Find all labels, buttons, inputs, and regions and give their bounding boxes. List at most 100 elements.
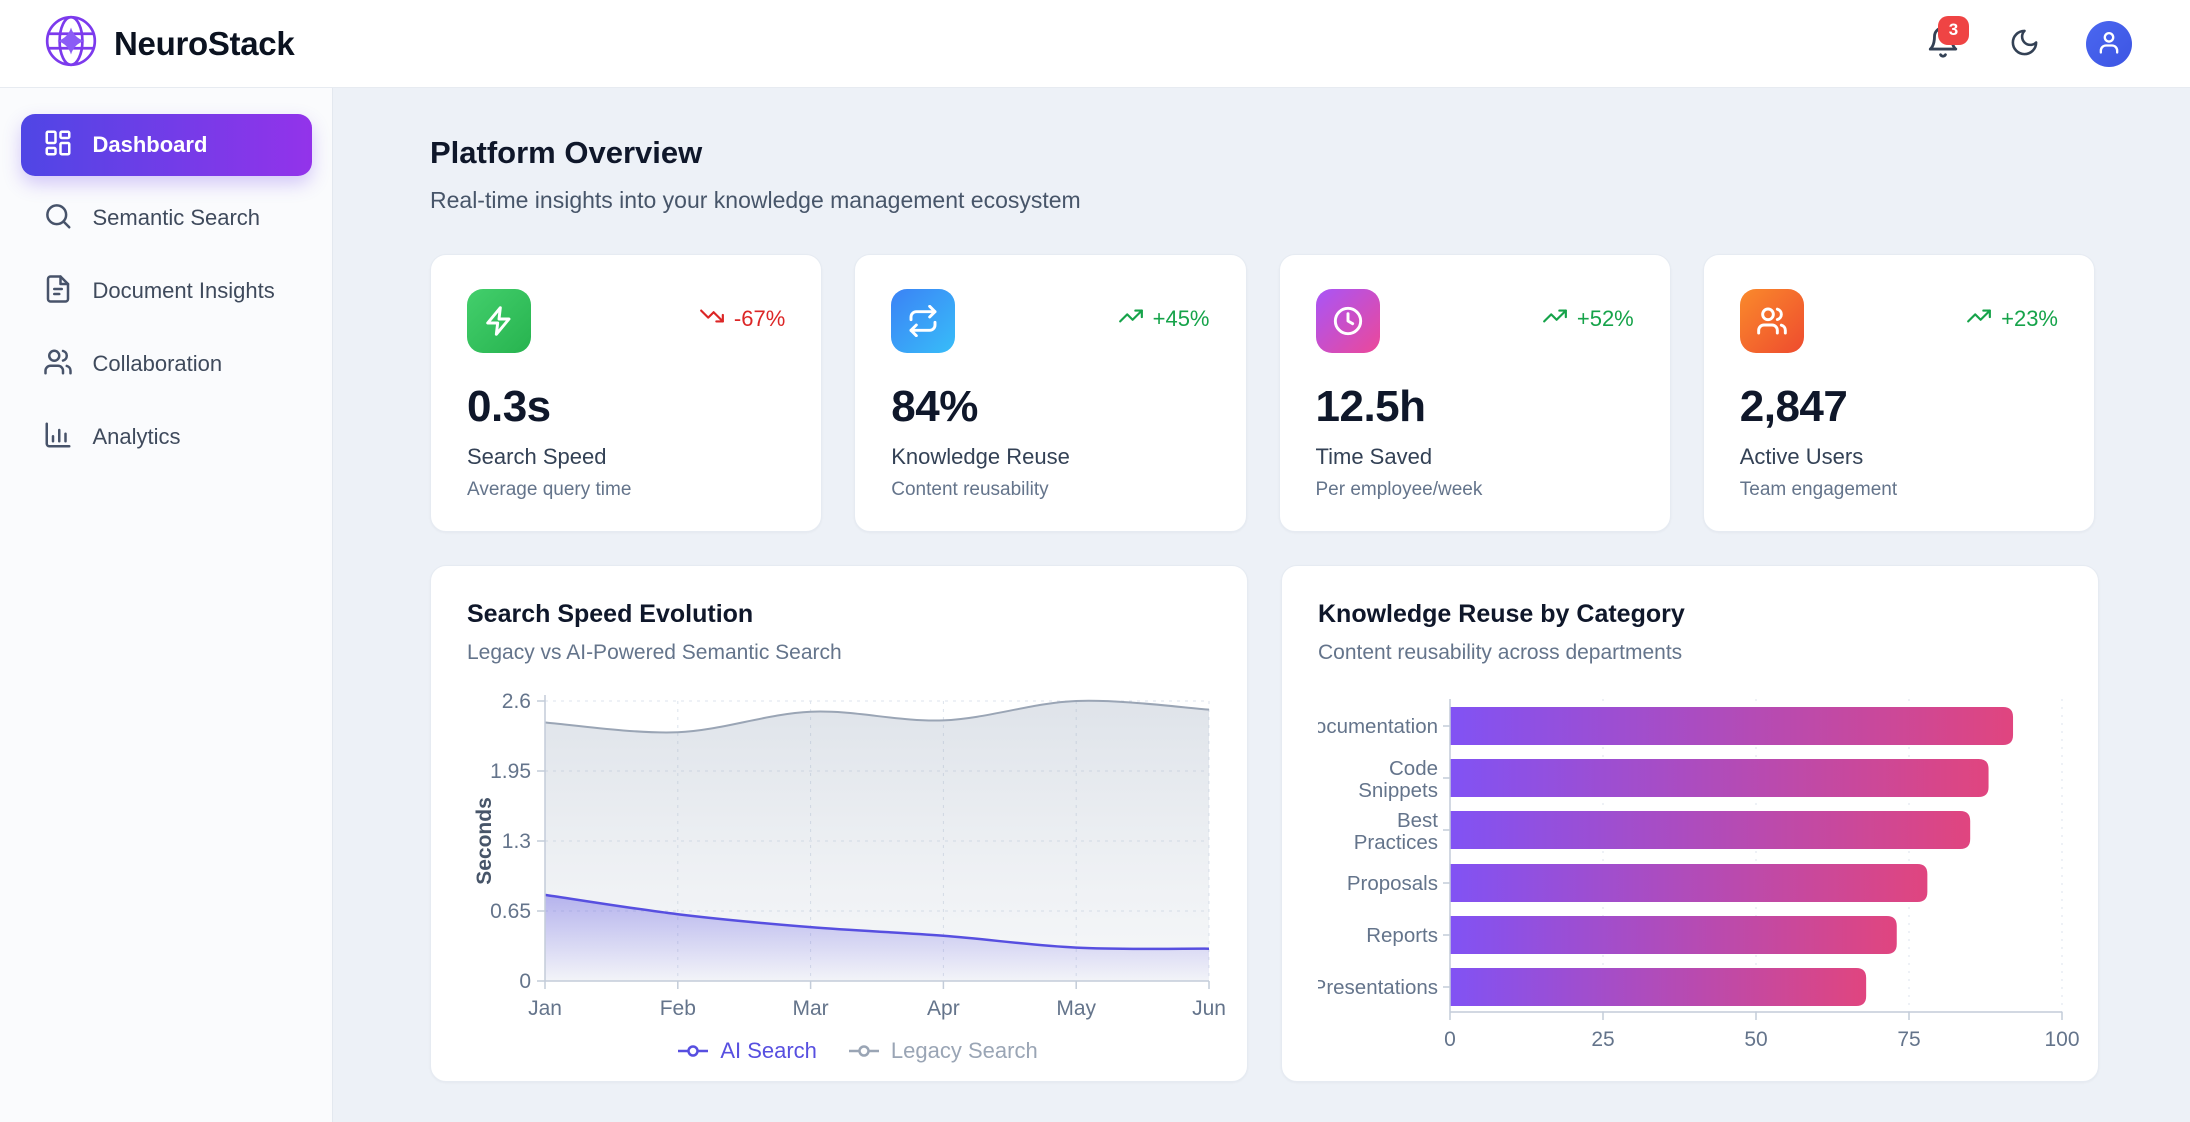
page-subtitle: Real-time insights into your knowledge m…	[430, 187, 2095, 214]
svg-text:Jan: Jan	[528, 997, 562, 1020]
line-chart-card: Search Speed Evolution Legacy vs AI-Powe…	[430, 565, 1248, 1082]
stat-sublabel: Team engagement	[1740, 479, 2058, 501]
search-icon	[43, 201, 73, 236]
stat-label: Time Saved	[1316, 444, 1634, 470]
bar-chart: Documentation CodeSnippets BestPractices Pr…	[1318, 687, 2098, 1057]
stat-label: Active Users	[1740, 444, 2058, 470]
svg-text:Proposals: Proposals	[1347, 872, 1438, 895]
svg-text:Presentations: Presentations	[1318, 976, 1438, 999]
sidebar-item-label: Semantic Search	[93, 205, 261, 231]
main-content: Platform Overview Real-time insights int…	[333, 88, 2190, 1122]
svg-text:Code: Code	[1389, 757, 1438, 780]
stat-sublabel: Average query time	[467, 479, 785, 501]
svg-text:Seconds: Seconds	[473, 797, 496, 885]
stat-delta-value: +52%	[1577, 306, 1634, 332]
stat-delta: +23%	[1966, 303, 2058, 335]
svg-text:Documentation: Documentation	[1318, 715, 1438, 738]
stat-card-top: +45%	[891, 289, 1209, 353]
sidebar-item-label: Analytics	[93, 424, 181, 450]
globe-logo-icon	[42, 12, 100, 75]
users-icon	[43, 347, 73, 382]
svg-text:Snippets: Snippets	[1358, 779, 1438, 802]
sidebar-item-dashboard[interactable]: Dashboard	[21, 114, 312, 176]
svg-text:Feb: Feb	[660, 997, 696, 1020]
stats-grid: -67% 0.3s Search Speed Average query tim…	[430, 254, 2095, 532]
stat-card-top: +23%	[1740, 289, 2058, 353]
bar-chart-card: Knowledge Reuse by Category Content reus…	[1281, 565, 2099, 1082]
svg-text:1.3: 1.3	[502, 830, 531, 853]
stat-value: 0.3s	[467, 382, 785, 432]
stat-label: Knowledge Reuse	[891, 444, 1209, 470]
svg-text:Mar: Mar	[793, 997, 829, 1020]
stat-card-top: +52%	[1316, 289, 1634, 353]
stat-sublabel: Per employee/week	[1316, 479, 1634, 501]
dashboard-grid-icon	[43, 128, 73, 163]
line-chart: 00.651.31.952.6JanFebMarAprMayJunSeconds	[467, 687, 1247, 1032]
chart-subtitle: Legacy vs AI-Powered Semantic Search	[467, 641, 1247, 665]
legend-label: AI Search	[720, 1038, 817, 1064]
stat-value: 2,847	[1740, 382, 2058, 432]
page-title: Platform Overview	[430, 135, 2095, 171]
stat-sublabel: Content reusability	[891, 479, 1209, 501]
svg-text:1.95: 1.95	[490, 760, 531, 783]
stat-card-active-users: +23% 2,847 Active Users Team engagement	[1703, 254, 2095, 532]
svg-text:100: 100	[2044, 1028, 2079, 1051]
svg-text:Practices: Practices	[1354, 831, 1438, 854]
clock-icon	[1316, 289, 1380, 353]
stat-delta-value: -67%	[734, 306, 785, 332]
bar-chart-icon	[43, 420, 73, 455]
sidebar-item-collaboration[interactable]: Collaboration	[21, 333, 312, 395]
svg-text:Best: Best	[1397, 809, 1438, 832]
moon-icon	[2009, 27, 2040, 61]
users-icon	[1740, 289, 1804, 353]
bell-icon	[1926, 47, 1960, 62]
svg-text:25: 25	[1591, 1028, 1614, 1051]
stat-delta: +45%	[1118, 303, 1210, 335]
user-avatar[interactable]	[2086, 21, 2132, 67]
svg-text:0: 0	[519, 970, 531, 993]
svg-text:2.6: 2.6	[502, 690, 531, 713]
sidebar-item-semantic-search[interactable]: Semantic Search	[21, 187, 312, 249]
stat-label: Search Speed	[467, 444, 785, 470]
svg-text:0.65: 0.65	[490, 900, 531, 923]
line-chart-legend: AI Search Legacy Search	[467, 1038, 1247, 1064]
brand-name: NeuroStack	[114, 25, 294, 63]
repeat-icon	[891, 289, 955, 353]
lightning-icon	[467, 289, 531, 353]
trend-up-icon	[1542, 303, 1568, 335]
stat-card-search-speed: -67% 0.3s Search Speed Average query tim…	[430, 254, 822, 532]
legend-marker-icon	[847, 1044, 881, 1058]
stat-card-top: -67%	[467, 289, 785, 353]
header-actions: 3	[1923, 21, 2132, 67]
trend-down-icon	[699, 303, 725, 335]
sidebar: Dashboard Semantic Search Document Insig…	[0, 88, 333, 1122]
stat-card-knowledge-reuse: +45% 84% Knowledge Reuse Content reusabi…	[854, 254, 1246, 532]
svg-text:Reports: Reports	[1366, 924, 1438, 947]
svg-text:May: May	[1056, 997, 1096, 1020]
charts-grid: Search Speed Evolution Legacy vs AI-Powe…	[430, 565, 2095, 1082]
notification-badge: 3	[1938, 16, 1969, 45]
sidebar-item-analytics[interactable]: Analytics	[21, 406, 312, 468]
chart-subtitle: Content reusability across departments	[1318, 641, 2098, 665]
svg-text:50: 50	[1744, 1028, 1767, 1051]
stat-value: 84%	[891, 382, 1209, 432]
legend-item[interactable]: AI Search	[676, 1038, 817, 1064]
document-icon	[43, 274, 73, 309]
stat-delta-value: +23%	[2001, 306, 2058, 332]
legend-item[interactable]: Legacy Search	[847, 1038, 1038, 1064]
sidebar-item-label: Dashboard	[93, 132, 208, 158]
svg-text:0: 0	[1444, 1028, 1456, 1051]
sidebar-item-label: Collaboration	[93, 351, 223, 377]
sidebar-item-document-insights[interactable]: Document Insights	[21, 260, 312, 322]
dark-mode-toggle[interactable]	[2009, 27, 2040, 61]
legend-marker-icon	[676, 1044, 710, 1058]
stat-card-time-saved: +52% 12.5h Time Saved Per employee/week	[1279, 254, 1671, 532]
notifications-button[interactable]: 3	[1923, 24, 1963, 64]
trend-up-icon	[1966, 303, 1992, 335]
sidebar-item-label: Document Insights	[93, 278, 275, 304]
stat-value: 12.5h	[1316, 382, 1634, 432]
chart-title: Knowledge Reuse by Category	[1318, 600, 2098, 629]
chart-title: Search Speed Evolution	[467, 600, 1247, 629]
app-header: NeuroStack 3	[0, 0, 2190, 88]
trend-up-icon	[1118, 303, 1144, 335]
